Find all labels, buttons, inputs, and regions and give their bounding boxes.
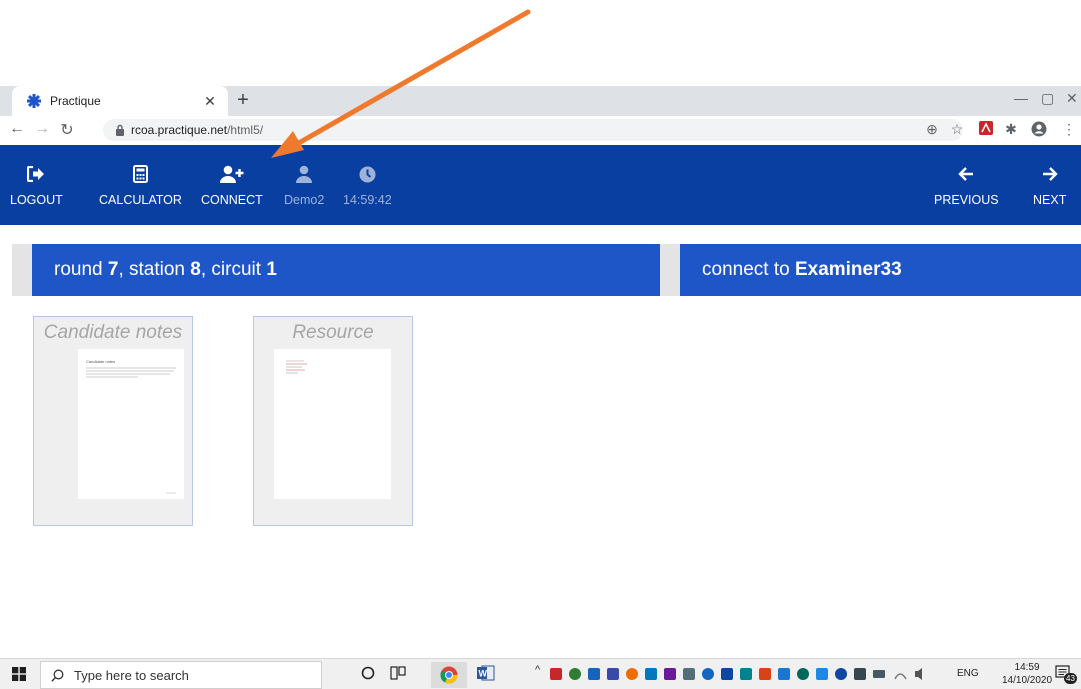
bookmark-star-icon[interactable]: ☆ — [948, 121, 966, 138]
connect-label: CONNECT — [201, 193, 263, 207]
calculator-button[interactable]: CALCULATOR — [99, 163, 182, 207]
chrome-icon[interactable] — [431, 662, 467, 688]
header-left-gutter — [12, 244, 32, 296]
cortana-icon[interactable] — [361, 666, 375, 685]
arrow-left-icon — [958, 163, 974, 185]
connect-button[interactable]: CONNECT — [201, 163, 263, 207]
browser-tab[interactable]: Practique ✕ — [12, 86, 228, 116]
notifications-count: 43 — [1064, 673, 1077, 684]
logout-button[interactable]: LOGOUT — [10, 163, 63, 207]
search-icon — [51, 669, 64, 682]
show-hidden-icons-icon[interactable]: ^ — [535, 664, 540, 676]
calculator-icon — [132, 163, 148, 185]
close-window-icon[interactable]: ✕ — [1066, 90, 1078, 107]
back-icon[interactable]: ← — [8, 120, 26, 138]
calculator-label: CALCULATOR — [99, 193, 182, 207]
svg-text:W: W — [479, 669, 488, 679]
candidate-notes-thumbnail: Candidate notes — [78, 349, 184, 499]
resource-title: Resource — [292, 322, 374, 343]
candidate-notes-title: Candidate notes — [43, 322, 183, 343]
forward-icon[interactable]: → — [33, 120, 51, 138]
search-placeholder: Type here to search — [74, 667, 189, 683]
timer-indicator: 14:59:42 — [343, 163, 392, 207]
url-domain: rcoa.practique.net — [131, 123, 228, 137]
station-header-text: round 7, station 8, circuit 1 — [54, 259, 277, 280]
station-header: round 7, station 8, circuit 1 — [32, 244, 660, 296]
header-right-gutter — [660, 244, 680, 296]
reload-icon[interactable]: ↻ — [58, 120, 76, 140]
new-tab-icon[interactable]: + — [234, 90, 252, 110]
pdf-extension-icon[interactable] — [977, 121, 995, 138]
app-navbar: LOGOUT CALCULATOR CONNECT Demo2 14:59:42… — [0, 145, 1081, 225]
candidate-notes-card[interactable]: Candidate notes Candidate notes — [33, 316, 193, 526]
close-tab-icon[interactable]: ✕ — [202, 93, 218, 110]
minimize-icon[interactable]: — — [1014, 90, 1028, 106]
system-tray-icons[interactable] — [550, 666, 940, 682]
clock-icon — [359, 163, 376, 185]
logout-icon — [27, 163, 45, 185]
user-indicator: Demo2 — [284, 163, 324, 207]
taskbar-clock[interactable]: 14:59 14/10/2020 — [1002, 661, 1052, 687]
url-text: rcoa.practique.net/html5/ — [131, 123, 263, 137]
language-indicator[interactable]: ENG — [957, 668, 979, 679]
previous-label: PREVIOUS — [934, 193, 999, 207]
connect-header: connect to Examiner33 — [680, 244, 1081, 296]
user-icon — [296, 163, 313, 185]
url-path: /html5/ — [227, 123, 264, 137]
arrow-right-icon — [1042, 163, 1058, 185]
thumbnail-text-lines — [86, 367, 176, 494]
task-view-icon[interactable] — [390, 666, 406, 685]
profile-icon[interactable] — [1030, 121, 1048, 140]
windows-start-icon[interactable] — [12, 667, 26, 686]
address-bar[interactable]: rcoa.practique.net/html5/ — [103, 119, 963, 141]
resource-thumbnail — [274, 349, 391, 499]
lock-icon — [116, 124, 124, 136]
resource-card[interactable]: Resource — [253, 316, 413, 526]
browser-tabstrip: Practique ✕ + — ▢ ✕ — [0, 86, 1081, 116]
extensions-icon[interactable]: ✱ — [1002, 121, 1020, 138]
next-button[interactable]: NEXT — [1033, 163, 1066, 207]
taskbar-search-box[interactable]: Type here to search — [40, 661, 322, 689]
timer-label: 14:59:42 — [343, 193, 392, 207]
resource-text-lines — [286, 360, 307, 374]
clock-time: 14:59 — [1014, 662, 1040, 673]
add-user-icon — [219, 163, 244, 185]
word-icon[interactable]: W — [477, 665, 495, 686]
tab-favicon-icon — [26, 93, 42, 109]
menu-icon[interactable]: ⋮ — [1060, 121, 1078, 138]
previous-button[interactable]: PREVIOUS — [934, 163, 999, 207]
user-label: Demo2 — [284, 193, 325, 207]
zoom-icon[interactable]: ⊕ — [923, 121, 941, 138]
connect-header-text: connect to Examiner33 — [702, 259, 902, 280]
tab-title: Practique — [50, 94, 101, 108]
windows-taskbar: Type here to search W ^ ENG 14:59 14/10/… — [0, 658, 1081, 689]
logout-label: LOGOUT — [10, 193, 63, 207]
restore-icon[interactable]: ▢ — [1041, 90, 1054, 107]
browser-toolbar: ← → ↻ rcoa.practique.net/html5/ ⊕ ☆ ✱ ⋮ — [0, 116, 1081, 146]
next-label: NEXT — [1033, 193, 1067, 207]
clock-date: 14/10/2020 — [1002, 675, 1053, 686]
